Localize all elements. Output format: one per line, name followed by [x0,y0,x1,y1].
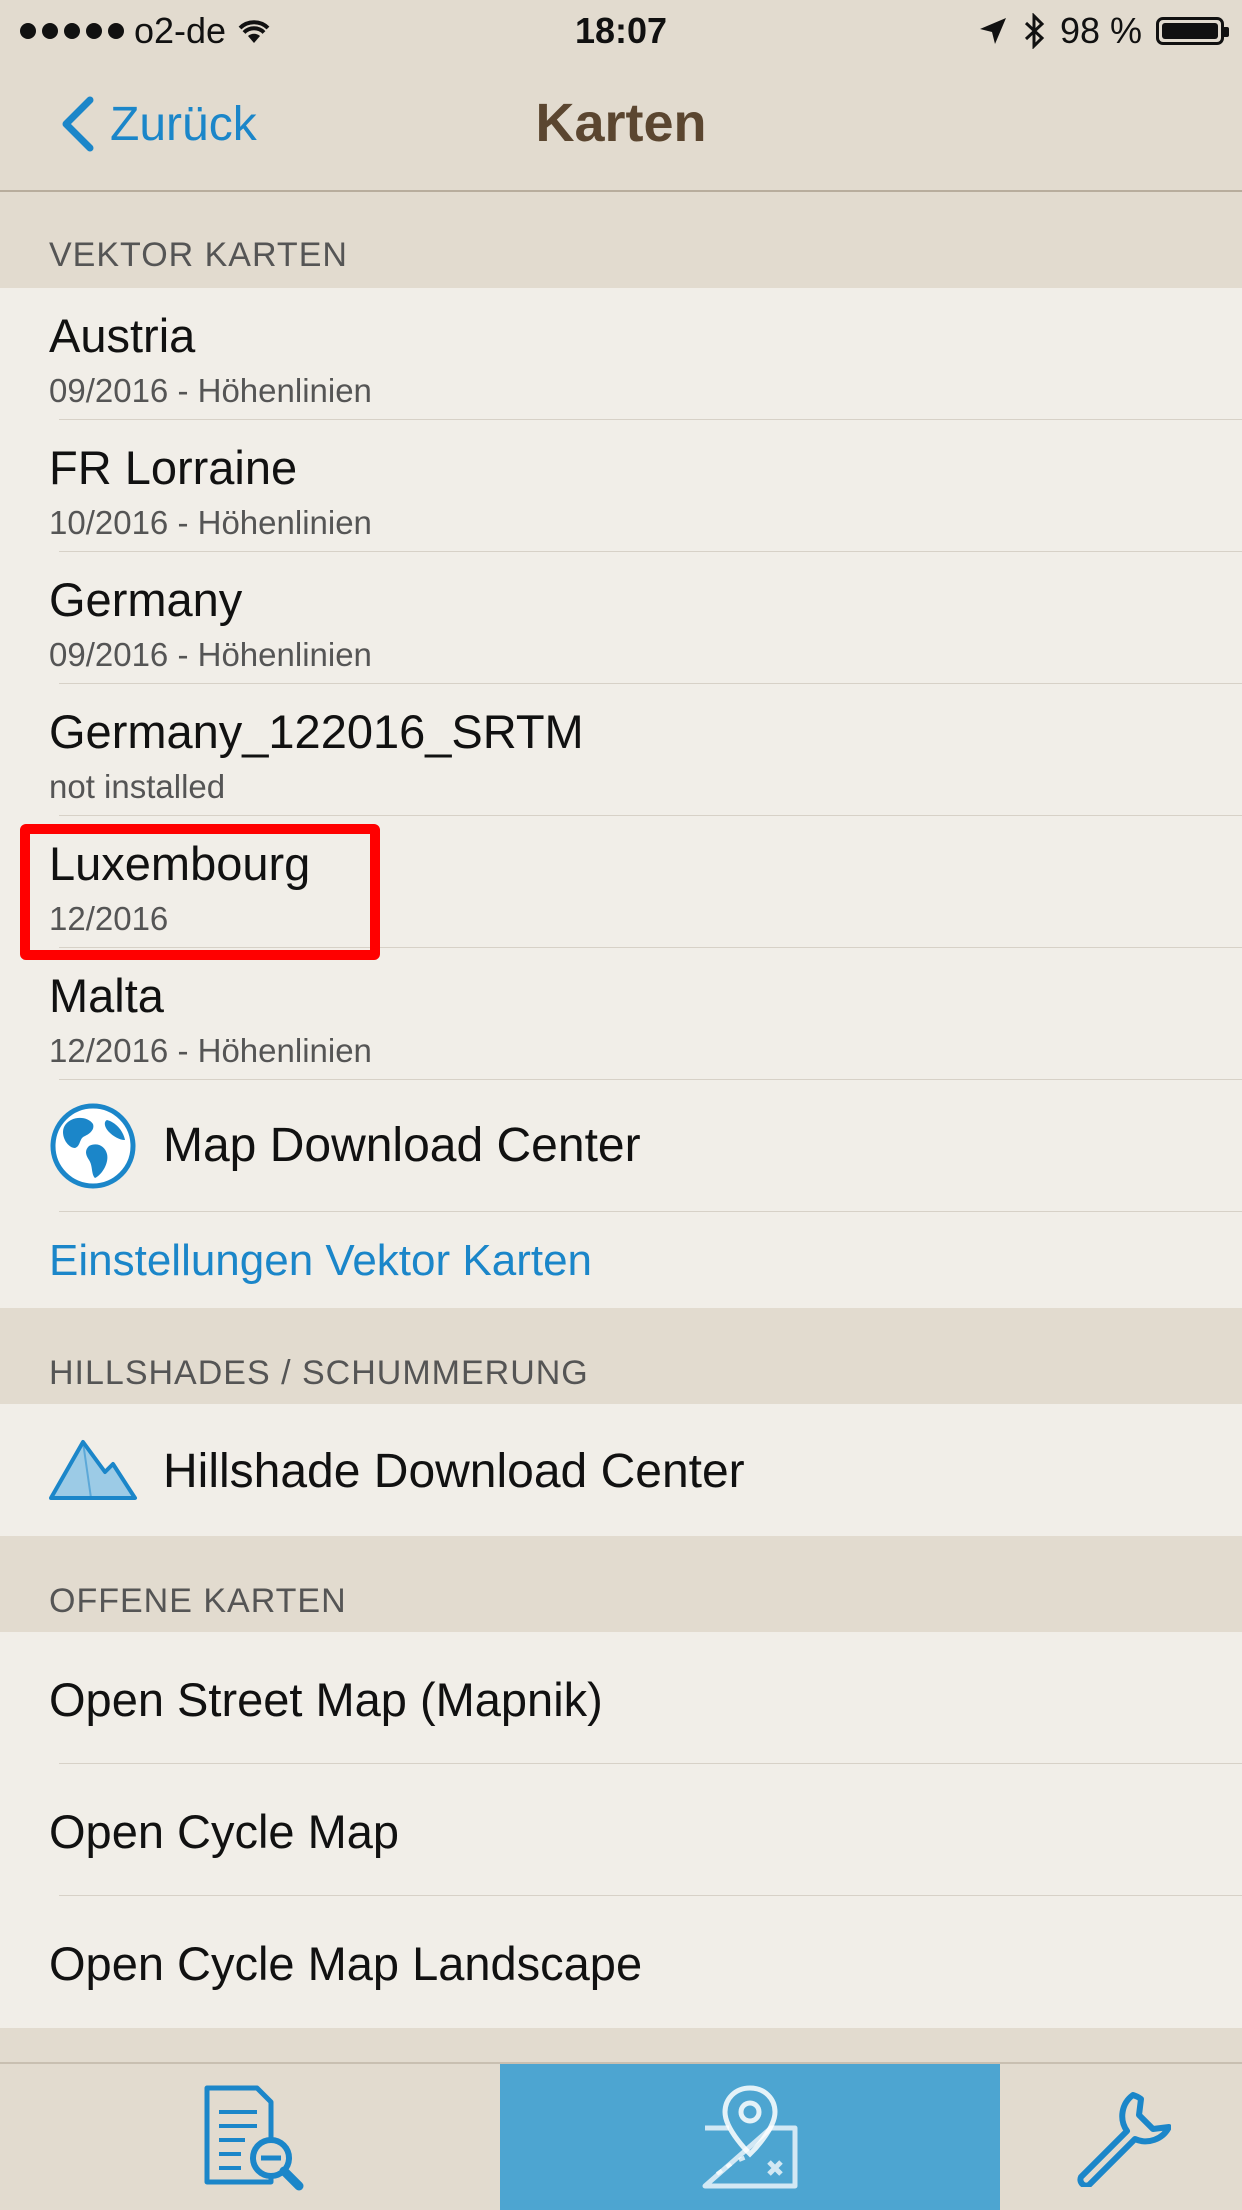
hillshades-list: Hillshade Download Center [0,1404,1242,1536]
map-item-title: Luxembourg [49,837,311,890]
section-header-vector: VEKTOR KARTEN [49,236,348,274]
map-pin-icon [702,2085,798,2189]
wrench-icon [1077,2092,1171,2187]
map-item-subtitle: 12/2016 - Höhenlinien [49,1032,372,1069]
map-item-subtitle: 12/2016 [49,900,169,937]
map-download-center-row[interactable]: Map Download Center [0,1080,1242,1212]
page-title: Karten [535,93,707,153]
map-item-austria[interactable]: Austria 09/2016 - Höhenlinien [0,288,1242,420]
bluetooth-icon [1024,13,1045,49]
vector-settings-label: Einstellungen Vektor Karten [49,1236,593,1285]
map-item-subtitle: 09/2016 - Höhenlinien [49,372,372,409]
map-item-title: Malta [49,969,164,1022]
hillshade-download-center-label: Hillshade Download Center [163,1445,745,1498]
open-map-item-label: Open Cycle Map [49,1805,400,1858]
open-map-item-osm[interactable]: Open Street Map (Mapnik) [0,1632,1242,1764]
open-map-item-label: Open Cycle Map Landscape [49,1937,643,1990]
globe-icon [50,1103,136,1189]
map-item-title: Germany_122016_SRTM [49,705,584,758]
navigation-bar: Zurück Karten [0,62,1242,192]
tab-bar [0,2062,1242,2210]
map-item-malta[interactable]: Malta 12/2016 - Höhenlinien [0,948,1242,1080]
map-item-subtitle: 09/2016 - Höhenlinien [49,636,372,673]
map-item-title: FR Lorraine [49,441,298,494]
map-item-germany-srtm[interactable]: Germany_122016_SRTM not installed [0,684,1242,816]
map-item-title: Germany [49,573,243,626]
tab-search-documents[interactable] [0,2064,500,2210]
open-maps-list: Open Street Map (Mapnik) Open Cycle Map … [0,1632,1242,2028]
section-header-open-maps: OFFENE KARTEN [49,1582,347,1620]
location-arrow-icon [979,18,1006,44]
battery-icon [1156,17,1229,45]
status-bar: o2-de 18:07 98 % [0,0,1242,62]
tab-maps[interactable] [500,2064,1000,2210]
open-map-item-cycle[interactable]: Open Cycle Map [0,1764,1242,1896]
map-item-luxembourg[interactable]: Luxembourg 12/2016 [0,816,1242,948]
vector-settings-link[interactable]: Einstellungen Vektor Karten [0,1212,1242,1308]
map-download-center-label: Map Download Center [163,1119,641,1172]
mountain-icon [49,1440,137,1500]
map-item-title: Austria [49,309,196,362]
vector-maps-list: Austria 09/2016 - Höhenlinien FR Lorrain… [0,288,1242,1308]
section-header-hillshades: HILLSHADES / SCHUMMERUNG [49,1354,589,1392]
open-map-item-label: Open Street Map (Mapnik) [49,1673,603,1726]
battery-percentage: 98 % [1059,10,1142,51]
hillshade-download-center-row[interactable]: Hillshade Download Center [0,1404,1242,1536]
map-item-subtitle: 10/2016 - Höhenlinien [49,504,372,541]
document-search-icon [204,2085,304,2191]
tab-settings[interactable] [1000,2064,1242,2210]
map-item-fr-lorraine[interactable]: FR Lorraine 10/2016 - Höhenlinien [0,420,1242,552]
map-item-germany[interactable]: Germany 09/2016 - Höhenlinien [0,552,1242,684]
map-item-subtitle: not installed [49,768,226,805]
status-right: 98 % [978,10,1229,52]
open-map-item-cycle-landscape[interactable]: Open Cycle Map Landscape [0,1896,1242,2028]
